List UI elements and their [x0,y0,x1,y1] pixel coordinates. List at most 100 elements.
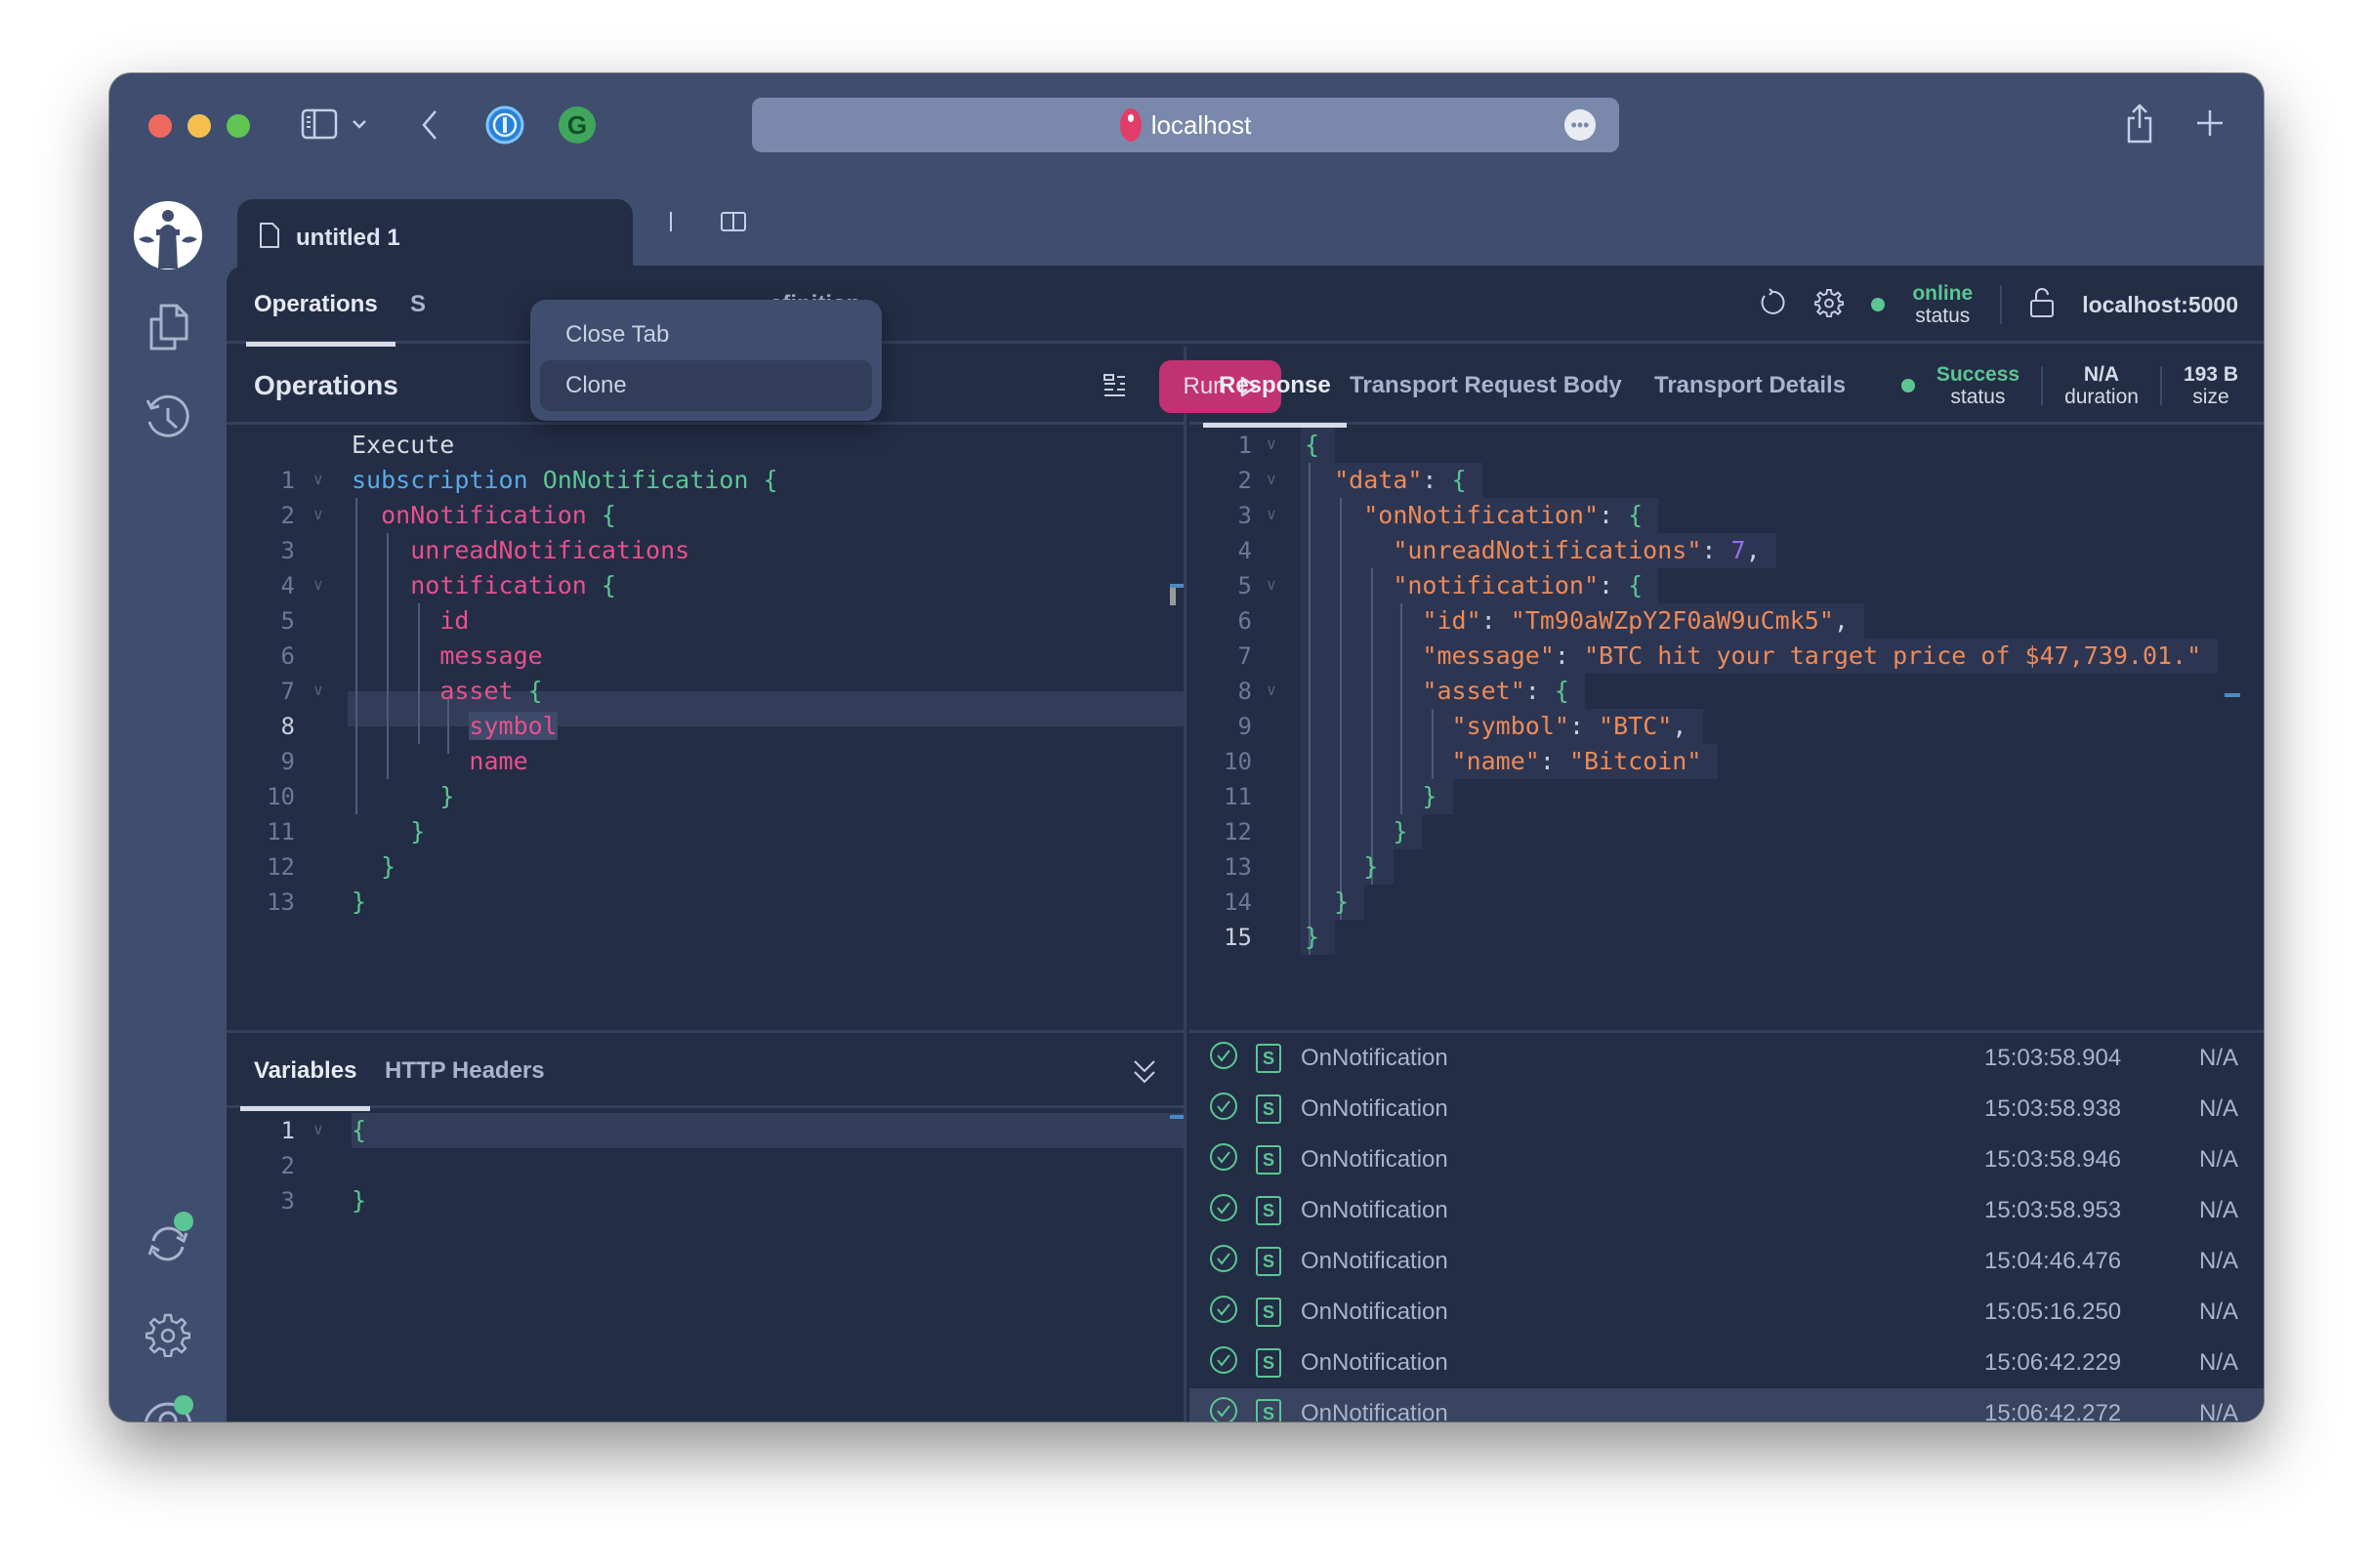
maximize-window-button[interactable] [227,114,250,138]
subscription-badge: S [1256,1196,1281,1225]
history-row[interactable]: S OnNotification 15:05:16.250 N/A [1189,1287,2264,1338]
query-editor[interactable]: Execute 1 ∨ subscription OnNotification {2… [227,428,1184,1027]
history-operation-name: OnNotification [1301,1349,1448,1376]
history-row[interactable]: S OnNotification 15:03:58.904 N/A [1189,1033,2264,1084]
variables-editor[interactable]: 1 ∨ {2 3} [227,1111,1184,1422]
history-row[interactable]: S OnNotification 15:06:42.272 N/A [1189,1388,2264,1422]
account-icon[interactable] [133,1391,203,1422]
split-view-icon[interactable] [721,212,746,236]
close-window-button[interactable] [148,114,172,138]
check-circle-icon [1209,1244,1238,1280]
divider [2041,366,2044,405]
fold-chevron-icon[interactable]: ∨ [312,1113,324,1148]
tab-divider [670,212,674,236]
line-number: 5 [1237,572,1252,599]
history-row[interactable]: S OnNotification 15:03:58.953 N/A [1189,1185,2264,1236]
minimize-window-button[interactable] [187,114,211,138]
tab-response[interactable]: Response [1203,347,1347,428]
unlock-icon[interactable] [2029,287,2055,323]
history-operation-name: OnNotification [1301,1400,1448,1422]
menu-item-close-tab[interactable]: Close Tab [540,309,872,360]
line-number: 2 [280,502,295,529]
fold-chevron-icon[interactable]: ∨ [1266,498,1277,533]
fold-chevron-icon[interactable]: ∨ [1266,428,1277,463]
share-icon[interactable] [2125,103,2154,145]
code-line: message [439,641,543,670]
settings-icon[interactable] [133,1300,203,1370]
line-number: 7 [280,678,295,705]
subscription-badge: S [1256,1044,1281,1073]
fold-chevron-icon[interactable]: ∨ [1266,463,1277,498]
url-text: localhost [1150,109,1252,140]
new-tab-icon[interactable] [2195,108,2225,138]
history-row[interactable]: S OnNotification 15:06:42.229 N/A [1189,1338,2264,1388]
fold-chevron-icon[interactable]: ∨ [1266,674,1277,709]
code-line: asset { [439,677,543,705]
code-line: "data": { [1334,466,1467,494]
history-row[interactable]: S OnNotification 15:03:58.938 N/A [1189,1084,2264,1135]
sync-icon[interactable] [133,1208,203,1278]
grammarly-extension-icon[interactable]: G [557,104,598,145]
fold-chevron-icon[interactable]: ∨ [1266,568,1277,603]
fold-chevron-icon[interactable]: ∨ [312,674,324,709]
line-number: 7 [1237,642,1252,670]
check-circle-icon [1209,1396,1238,1422]
line-number: 14 [1224,888,1252,916]
refresh-icon[interactable] [1758,287,1787,322]
history-duration: N/A [2199,1197,2239,1223]
response-viewer[interactable]: 1 ∨ {2 ∨ "data": {3 ∨ "onNotification": {4 "… [1189,428,2264,1027]
code-line: } [410,817,426,846]
code-line: "notification": { [1393,571,1644,599]
tab-transport-request-body[interactable]: Transport Request Body [1350,347,1622,425]
fold-chevron-icon[interactable]: ∨ [312,463,324,498]
line-number: 9 [1237,713,1252,740]
history-operation-name: OnNotification [1301,1146,1448,1173]
menu-item-clone[interactable]: Clone [540,360,872,411]
cursor-marker [1170,584,1184,588]
history-timestamp: 15:03:58.904 [1984,1045,2122,1071]
fold-chevron-icon[interactable]: ∨ [312,568,324,603]
prettify-icon[interactable] [1103,373,1133,403]
endpoint-url[interactable]: localhost:5000 [2082,292,2238,318]
password-manager-extension-icon[interactable] [484,104,525,145]
divider [2000,285,2003,324]
history-operation-name: OnNotification [1301,1095,1448,1122]
tab-schema[interactable]: S [410,266,426,344]
line-number: 2 [280,1152,295,1179]
history-timestamp: 15:03:58.938 [1984,1095,2122,1122]
tab-http-headers[interactable]: HTTP Headers [385,1033,545,1108]
collections-icon[interactable] [133,292,203,362]
tab-title: untitled 1 [296,225,400,251]
sidebar-toggle-icon[interactable] [301,108,338,140]
history-row[interactable]: S OnNotification 15:03:58.946 N/A [1189,1135,2264,1185]
chevron-down-icon[interactable] [352,118,367,130]
tab-variables[interactable]: Variables [239,1033,371,1111]
file-icon [259,222,280,256]
code-line: } [1305,923,1320,951]
code-line: "unreadNotifications": 7, [1393,536,1761,564]
address-bar[interactable]: localhost ••• [752,98,1619,152]
history-duration: N/A [2199,1248,2239,1274]
tab-context-menu: Close Tab Clone [530,300,882,421]
code-line: } [1363,852,1379,881]
back-icon[interactable] [420,108,439,142]
connection-status: online status [1912,281,1974,327]
history-row[interactable]: S OnNotification 15:04:46.476 N/A [1189,1236,2264,1287]
subscription-badge: S [1256,1094,1281,1124]
subscription-badge: S [1256,1348,1281,1378]
connection-settings-icon[interactable] [1814,288,1845,322]
code-line: name [469,747,528,775]
line-number: 1 [280,467,295,494]
response-pane: Response Transport Request Body Transpor… [1189,347,2264,1422]
scrollbar-thumb[interactable] [1170,586,1176,605]
history-icon[interactable] [133,384,203,454]
code-line: "message": "BTC hit your target price of… [1422,641,2202,670]
code-line: notification { [410,571,616,599]
tab-operations[interactable]: Operations [246,266,396,347]
fold-chevron-icon[interactable]: ∨ [312,498,324,533]
ellipsis-icon[interactable]: ••• [1564,109,1596,141]
code-line: } [352,1186,367,1215]
collapse-icon[interactable] [1131,1058,1158,1091]
execute-codelens[interactable]: Execute [352,428,454,463]
tab-transport-details[interactable]: Transport Details [1654,347,1846,425]
